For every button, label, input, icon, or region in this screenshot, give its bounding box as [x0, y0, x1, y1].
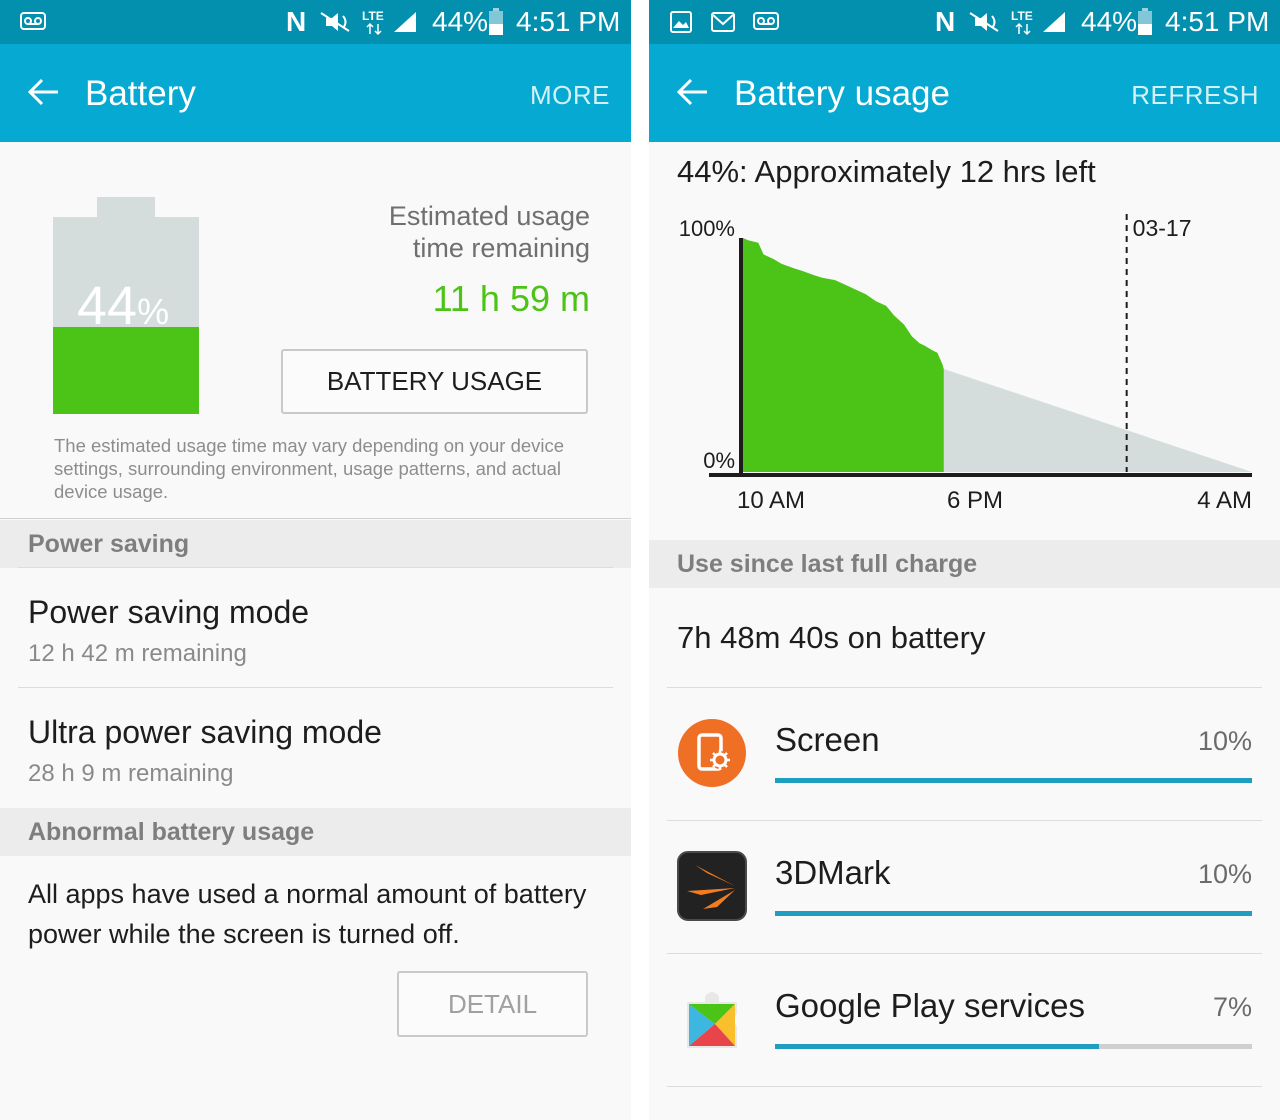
gmail-icon — [711, 12, 735, 32]
svg-text:LTE: LTE — [362, 9, 384, 23]
usage-app-percent: 10% — [1197, 726, 1252, 756]
estimate-line-2: time remaining — [412, 233, 590, 263]
battery-percent-number: 44 — [77, 276, 138, 336]
page-title: Battery usage — [734, 74, 950, 113]
abnormal-usage-message: All apps have used a normal amount of ba… — [28, 879, 587, 949]
date-marker-label: 03-17 — [1133, 215, 1192, 241]
status-battery-percent: 44% — [432, 6, 489, 37]
power-saving-header: Power saving — [0, 520, 631, 568]
disclaimer-text: The estimated usage time may vary depend… — [54, 435, 565, 502]
estimate-area — [943, 369, 1252, 472]
power-saving-mode-subtitle: 12 h 42 m remaining — [28, 640, 247, 667]
detail-button-label: DETAIL — [447, 989, 538, 1019]
ultra-power-saving-mode-subtitle: 28 h 9 m remaining — [28, 760, 234, 787]
estimated-usage-label: Estimated usage time remaining — [389, 200, 590, 264]
back-arrow-icon[interactable] — [26, 74, 62, 110]
google-play-services-icon — [687, 992, 737, 1048]
power-saving-mode-item[interactable]: Power saving mode 12 h 42 m remaining — [0, 568, 631, 687]
status-battery-percent: 44% — [1081, 6, 1138, 37]
estimate-line-1: Estimated usage — [388, 201, 590, 231]
refresh-button[interactable]: REFRESH — [1131, 80, 1259, 111]
y-tick-label: 100% — [679, 216, 735, 241]
3dmark-icon — [677, 851, 747, 921]
usage-app-name: Screen — [775, 721, 880, 758]
usage-item-google-play-services[interactable]: Google Play services 7% — [649, 954, 1280, 1086]
usage-item-3dmark[interactable]: 3DMark 10% — [649, 821, 1280, 953]
x-tick-label: 10 AM — [737, 487, 805, 514]
signal-icon — [1043, 12, 1065, 32]
battery-fill — [53, 327, 199, 414]
battery-usage-button-label: BATTERY USAGE — [326, 366, 543, 396]
use-since-last-charge-header: Use since last full charge — [649, 540, 1280, 588]
ultra-power-saving-mode-item[interactable]: Ultra power saving mode 28 h 9 m remaini… — [0, 688, 631, 807]
mute-icon — [969, 12, 999, 32]
battery-summary: 44%: Approximately 12 hrs left — [677, 154, 1096, 189]
actual-area — [743, 238, 944, 472]
battery-usage-button[interactable]: BATTERY USAGE — [281, 349, 588, 414]
image-icon — [670, 11, 692, 33]
status-time: 4:51 PM — [1165, 6, 1270, 37]
voicemail-icon — [753, 12, 779, 30]
lte-icon: LTE — [1011, 9, 1033, 36]
time-on-battery: 7h 48m 40s on battery — [677, 620, 986, 655]
nfc-icon: N — [935, 6, 956, 37]
usage-app-percent: 7% — [1212, 992, 1252, 1022]
x-tick-label: 4 AM — [1197, 487, 1252, 514]
page-title: Battery — [85, 74, 196, 113]
signal-icon — [394, 12, 416, 32]
usage-app-name: Google Play services — [775, 987, 1085, 1024]
battery-level-graphic: 44% — [53, 197, 199, 414]
usage-app-name: 3DMark — [775, 854, 891, 891]
x-tick-label: 6 PM — [947, 487, 1003, 514]
app-bar: Battery MORE — [0, 44, 631, 142]
battery-status-icon — [489, 8, 503, 35]
abnormal-battery-usage-header: Abnormal battery usage — [0, 808, 631, 856]
nfc-icon: N — [286, 6, 307, 37]
battery-history-chart: 03-17 100% 0% 10 AM 6 PM 4 AM — [679, 214, 1252, 514]
usage-bar — [775, 1044, 1252, 1049]
detail-button[interactable]: DETAIL — [397, 971, 588, 1037]
usage-item-screen[interactable]: Screen 10% — [649, 688, 1280, 820]
usage-bar-fill — [775, 911, 1252, 916]
estimated-time-value: 11 h 59 m — [432, 278, 590, 319]
status-bar: N LTE 44% 4:51 PM — [649, 0, 1280, 44]
usage-app-percent: 10% — [1197, 859, 1252, 889]
battery-percent-unit: % — [137, 291, 170, 332]
back-arrow-icon[interactable] — [675, 74, 711, 110]
usage-bar-fill — [775, 1044, 1100, 1049]
divider — [0, 518, 631, 519]
screen-settings-icon — [678, 719, 746, 787]
status-bar: N LTE 44% 4:51 PM — [0, 0, 631, 44]
status-time: 4:51 PM — [516, 6, 621, 37]
divider — [667, 1086, 1262, 1087]
battery-usage-screen: N LTE 44% 4:51 PM Battery usage REFRESH … — [649, 0, 1280, 1120]
power-saving-mode-title: Power saving mode — [28, 594, 310, 630]
svg-text:LTE: LTE — [1011, 9, 1033, 23]
battery-status-icon — [1138, 8, 1152, 35]
usage-bar-fill — [775, 778, 1252, 783]
more-button[interactable]: MORE — [530, 80, 610, 111]
lte-icon: LTE — [362, 9, 384, 36]
usage-bar — [775, 778, 1252, 783]
battery-screen: N LTE 44% 4:51 PM Battery MORE 44% Estim… — [0, 0, 631, 1120]
ultra-power-saving-mode-title: Ultra power saving mode — [28, 714, 382, 750]
usage-bar — [775, 911, 1252, 916]
voicemail-icon — [20, 12, 46, 30]
app-bar: Battery usage REFRESH — [649, 44, 1280, 142]
y-tick-label: 0% — [703, 448, 735, 473]
mute-icon — [320, 12, 350, 32]
